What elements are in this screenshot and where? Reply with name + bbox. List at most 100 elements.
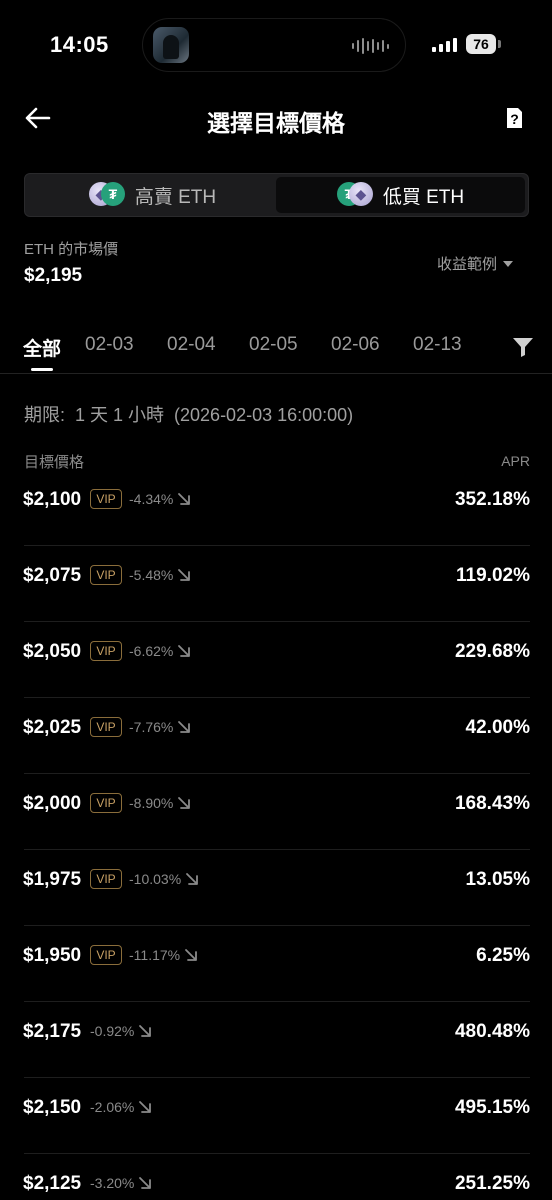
apr-value: 495.15% [454, 1097, 530, 1118]
arrow-down-right-icon [139, 1025, 152, 1037]
tab-02-03[interactable]: 02-03 [85, 334, 134, 356]
apr-value: 119.02% [456, 565, 530, 586]
eth-usdt-pair-icon: ◆ ₮ [88, 182, 125, 208]
usdt-eth-pair-icon: ₮ ◆ [336, 182, 373, 208]
target-price: $2,175 [23, 1021, 82, 1042]
price-row[interactable]: $1,975 VIP -10.03% 13.05% [0, 850, 552, 926]
market-price-value: $2,195 [24, 265, 83, 286]
vip-badge: VIP [90, 565, 122, 585]
price-change-percent: -2.06% [90, 1099, 135, 1115]
price-row[interactable]: $2,025 VIP -7.76% 42.00% [0, 698, 552, 774]
market-price-label: ETH 的市場價 [24, 241, 119, 258]
help-button[interactable]: ? [502, 106, 526, 130]
target-price: $1,950 [23, 945, 82, 966]
dynamic-island[interactable] [142, 18, 406, 72]
target-price: $1,975 [23, 869, 82, 890]
eth-coin-icon: ◆ [348, 182, 373, 206]
price-row[interactable]: $2,000 VIP -8.90% 168.43% [0, 774, 552, 850]
arrow-down-right-icon [178, 645, 191, 657]
price-row[interactable]: $2,150 -2.06% 495.15% [0, 1078, 552, 1154]
vip-badge: VIP [90, 641, 122, 661]
target-price: $2,000 [23, 793, 82, 814]
filter-button[interactable] [512, 336, 534, 358]
price-change: -0.92% [90, 1023, 152, 1039]
price-change-percent: -0.92% [90, 1023, 135, 1039]
price-row[interactable]: $2,175 -0.92% 480.48% [0, 1002, 552, 1078]
apr-value: 251.25% [454, 1173, 530, 1194]
target-price: $2,125 [23, 1173, 82, 1194]
price-change-percent: -4.34% [129, 491, 174, 507]
price-change-percent: -7.76% [129, 719, 174, 735]
vip-badge: VIP [90, 793, 122, 813]
target-price: $2,025 [23, 717, 82, 738]
date-filter-tabs: 全部 02-03 02-04 02-05 02-06 02-13 [0, 326, 552, 374]
status-bar: 14:05 76 [0, 0, 552, 90]
tab-02-13[interactable]: 02-13 [413, 334, 462, 356]
price-change: -3.20% [90, 1175, 152, 1191]
profit-example-dropdown[interactable]: 收益範例 [437, 253, 514, 274]
arrow-down-right-icon [178, 721, 191, 733]
vip-badge: VIP [90, 869, 122, 889]
expiry-info: 期限: 1 天 1 小時 (2026-02-03 16:00:00) [24, 405, 354, 425]
price-change: -11.17% [129, 947, 198, 963]
price-change-percent: -10.03% [129, 871, 182, 887]
arrow-down-right-icon [186, 873, 199, 885]
apr-value: 6.25% [476, 945, 530, 966]
svg-text:?: ? [510, 111, 519, 127]
price-change: -8.90% [129, 795, 191, 811]
vip-badge: VIP [90, 489, 122, 509]
price-row[interactable]: $2,100 VIP -4.34% 352.18% [0, 470, 552, 546]
apr-column-header: APR [501, 453, 530, 469]
price-change-percent: -11.17% [129, 947, 181, 963]
target-price-column-header: 目標價格 [24, 454, 85, 471]
trade-direction-toggle: ◆ ₮ 高賣 ETH ₮ ◆ 低買 ETH [24, 173, 529, 217]
status-time: 14:05 [50, 32, 109, 57]
target-price: $2,100 [23, 489, 82, 510]
price-row[interactable]: $1,950 VIP -11.17% 6.25% [0, 926, 552, 1002]
apr-value: 168.43% [454, 793, 530, 814]
sell-high-label: 高賣 ETH [134, 186, 217, 208]
profit-example-label: 收益範例 [437, 256, 498, 273]
price-change: -7.76% [129, 719, 191, 735]
apr-value: 13.05% [465, 869, 530, 890]
arrow-down-right-icon [139, 1101, 152, 1113]
price-change: -2.06% [90, 1099, 152, 1115]
apr-value: 480.48% [454, 1021, 530, 1042]
price-row[interactable]: $2,050 VIP -6.62% 229.68% [0, 622, 552, 698]
arrow-down-right-icon [178, 493, 191, 505]
price-change: -10.03% [129, 871, 199, 887]
arrow-down-right-icon [185, 949, 198, 961]
audio-waveform-icon [352, 38, 389, 54]
page-header: 選擇目標價格 ? [0, 92, 552, 144]
buy-low-option[interactable]: ₮ ◆ 低買 ETH [276, 177, 525, 213]
page-title: 選擇目標價格 [207, 110, 345, 136]
sell-high-option[interactable]: ◆ ₮ 高賣 ETH [28, 177, 277, 213]
apr-value: 229.68% [454, 641, 530, 662]
target-price: $2,050 [23, 641, 82, 662]
target-price: $2,075 [23, 565, 82, 586]
price-row[interactable]: $2,075 VIP -5.48% 119.02% [0, 546, 552, 622]
filter-icon [513, 338, 533, 357]
cellular-signal-icon [432, 36, 457, 52]
vip-badge: VIP [90, 717, 122, 737]
price-change-percent: -3.20% [90, 1175, 135, 1191]
arrow-down-right-icon [139, 1177, 152, 1189]
help-document-icon: ? [507, 108, 522, 128]
price-change: -4.34% [129, 491, 191, 507]
apr-value: 42.00% [465, 717, 530, 738]
target-price: $2,150 [23, 1097, 82, 1118]
tab-02-04[interactable]: 02-04 [167, 334, 216, 356]
tab-02-06[interactable]: 02-06 [331, 334, 380, 356]
arrow-down-right-icon [178, 797, 191, 809]
tab-all[interactable]: 全部 [23, 334, 61, 361]
tab-02-05[interactable]: 02-05 [249, 334, 298, 356]
now-playing-artwork [153, 27, 189, 63]
price-change: -6.62% [129, 643, 191, 659]
price-change-percent: -5.48% [129, 567, 174, 583]
price-change-percent: -6.62% [129, 643, 174, 659]
vip-badge: VIP [90, 945, 122, 965]
price-row[interactable]: $2,125 -3.20% 251.25% [0, 1154, 552, 1200]
battery-icon: 76 [466, 34, 496, 54]
buy-low-label: 低買 ETH [382, 186, 465, 208]
price-change: -5.48% [129, 567, 191, 583]
